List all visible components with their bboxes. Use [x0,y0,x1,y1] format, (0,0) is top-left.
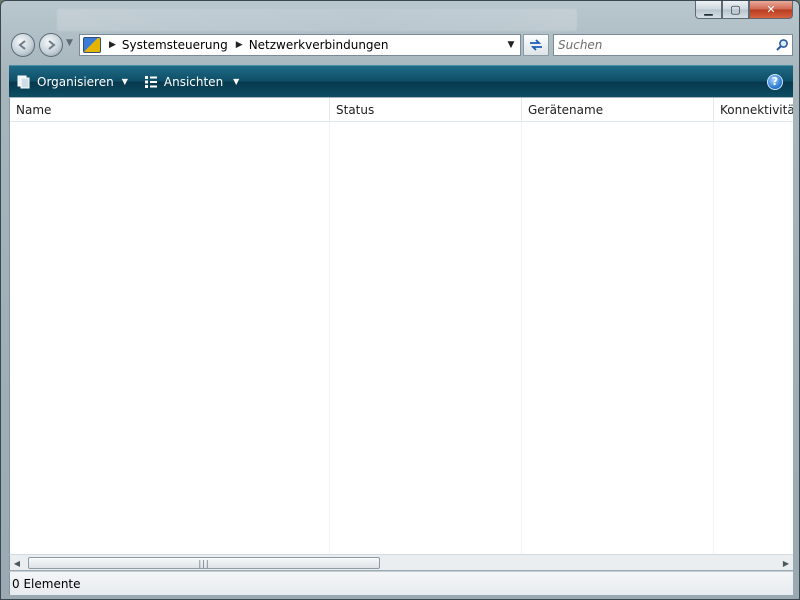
refresh-button[interactable] [523,34,549,56]
grip-icon: ||| [198,558,210,568]
close-icon: ✕ [766,3,776,16]
column-header-status[interactable]: Status [330,98,522,122]
views-label: Ansichten [163,74,224,89]
scroll-left-button[interactable]: ◀ [10,556,24,570]
navigation-row: ▼ ▶ Systemsteuerung ▶ Netzwerkverbindung… [9,31,793,59]
views-dropdown-button[interactable]: ▼ [231,69,247,95]
breadcrumb-separator-icon[interactable]: ▶ [236,40,243,50]
minimize-button[interactable]: ▁ [695,1,722,19]
close-button[interactable]: ✕ [749,1,793,19]
organize-icon [17,75,30,88]
refresh-icon [530,39,542,51]
forward-button[interactable] [39,33,63,57]
forward-arrow-icon [48,40,56,50]
caption-buttons: ▁ ▢ ✕ [695,1,793,19]
background-window-reflection [57,9,577,31]
views-icon [144,75,157,88]
explorer-window: ▁ ▢ ✕ ▼ ▶ Systemsteuerung ▶ Netzwerkverb… [0,0,800,600]
organize-label: Organisieren [37,74,114,89]
scroll-right-button[interactable]: ▶ [779,556,793,570]
minimize-icon: ▁ [704,3,713,16]
chevron-down-icon: ▼ [66,38,73,48]
column-divider [521,122,522,555]
column-divider [713,122,714,555]
help-icon: ? [771,75,779,88]
views-button[interactable]: Ansichten [136,69,231,95]
breadcrumb-systemsteuerung[interactable]: Systemsteuerung [122,38,228,52]
search-input[interactable] [554,36,772,54]
scroll-right-icon: ▶ [782,558,790,568]
organize-button[interactable]: Organisieren ▼ [9,69,136,95]
horizontal-scrollbar[interactable]: ◀ ||| ▶ [9,554,793,570]
scrollbar-thumb[interactable]: ||| [28,557,380,569]
dropdown-arrow-icon: ▼ [121,77,128,86]
item-count: 0 Elemente [12,576,81,591]
column-header-name[interactable]: Name [10,98,330,122]
chevron-down-icon: ▼ [507,40,515,50]
column-header-device-name[interactable]: Gerätename [522,98,714,122]
maximize-button[interactable]: ▢ [722,1,749,19]
status-bar: 0 Elemente [9,571,793,595]
search-icon[interactable] [772,35,792,55]
column-divider [329,122,330,555]
history-dropdown-button[interactable]: ▼ [66,38,73,48]
help-button[interactable]: ? [767,73,783,90]
breadcrumb-separator-icon[interactable]: ▶ [109,40,116,50]
address-dropdown-button[interactable]: ▼ [502,35,520,55]
column-header-connectivity[interactable]: Konnektivität [714,98,793,122]
back-arrow-icon [18,40,26,50]
command-toolbar: Organisieren ▼ Ansichten ▼ ? [9,65,793,97]
column-header-row: Name Status Gerätename Konnektivität [10,98,793,122]
file-list-view[interactable]: Name Status Gerätename Konnektivität [9,98,793,555]
address-bar[interactable]: ▶ Systemsteuerung ▶ Netzwerkverbindungen… [79,34,521,56]
back-button[interactable] [11,33,35,57]
scroll-left-icon: ◀ [13,558,21,568]
maximize-icon: ▢ [730,3,741,16]
breadcrumb-netzwerkverbindungen[interactable]: Netzwerkverbindungen [249,38,389,52]
control-panel-icon [83,37,101,53]
search-box[interactable] [553,34,793,56]
dropdown-arrow-icon: ▼ [233,77,240,86]
